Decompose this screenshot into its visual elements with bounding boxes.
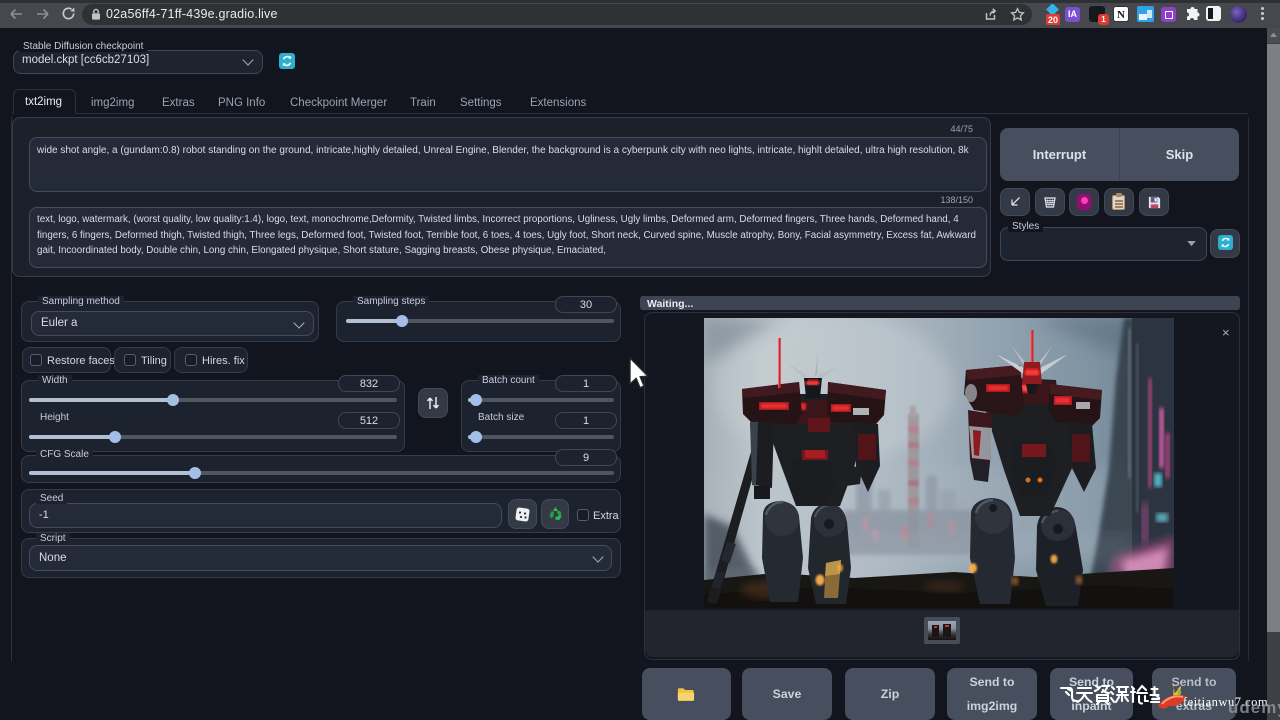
- svg-text:20: 20: [1048, 15, 1058, 25]
